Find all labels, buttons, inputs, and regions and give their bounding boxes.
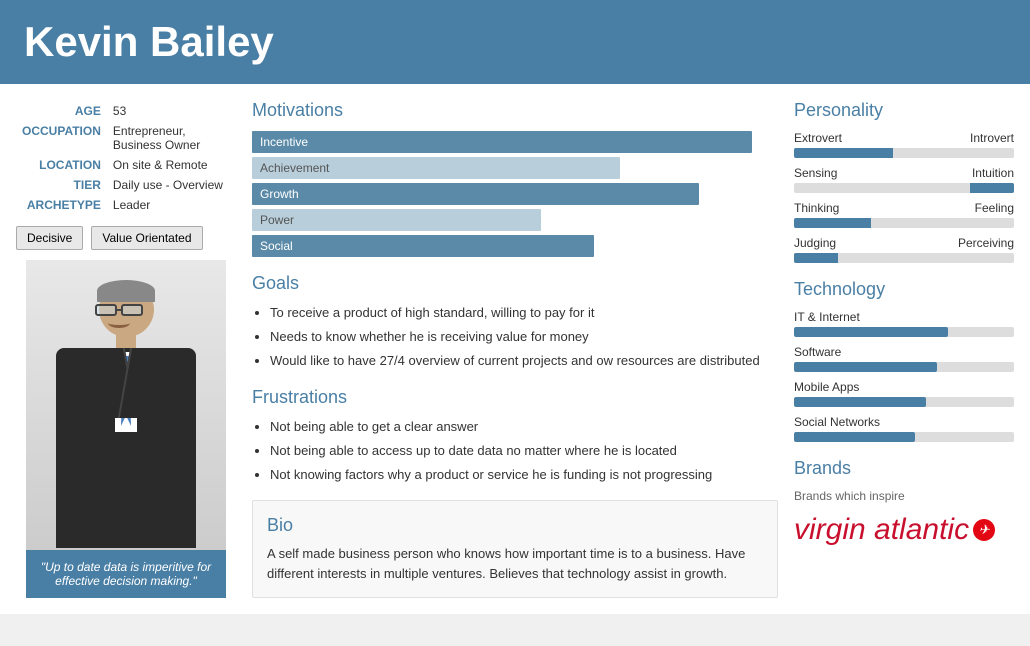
archetype-label: ARCHETYPE [18,196,107,214]
goals-list: To receive a product of high standard, w… [252,304,778,371]
tier-value: Daily use - Overview [109,176,234,194]
goal-item: Would like to have 27/4 overview of curr… [270,352,778,370]
frustrations-title: Frustrations [252,387,778,408]
brands-title: Brands [794,458,1014,479]
motivations-section: Motivations Incentive Achievement Growth Po… [252,100,778,257]
tech-row: IT & Internet [794,310,1014,337]
tech-label: Mobile Apps [794,380,1014,394]
persona-image-container: "Up to date data is imperitive for effec… [26,260,226,598]
trait-left: Thinking [794,201,839,215]
tier-label: TIER [18,176,107,194]
personality-row: Sensing Intuition [794,166,1014,193]
profile-info: AGE 53 OCCUPATION Entrepreneur, Business… [16,100,236,216]
location-label: LOCATION [18,156,107,174]
tech-label: Software [794,345,1014,359]
tech-row: Software [794,345,1014,372]
frustrations-list: Not being able to get a clear answer Not … [252,418,778,485]
trait-left: Extrovert [794,131,842,145]
tag-decisive[interactable]: Decisive [16,226,83,250]
tag-buttons: Decisive Value Orientated [16,226,236,250]
page-title: Kevin Bailey [24,18,1006,66]
frustration-item: Not being able to access up to date data… [270,442,778,460]
tech-track [794,362,1014,372]
age-label: AGE [18,102,107,120]
occupation-label: OCCUPATION [18,122,107,154]
tag-value-orientated[interactable]: Value Orientated [91,226,202,250]
motivation-bar: Social [252,235,778,257]
occupation-value: Entrepreneur, Business Owner [109,122,234,154]
trait-left: Judging [794,236,836,250]
motivations-bars: Incentive Achievement Growth Power Social [252,131,778,257]
bio-text: A self made business person who knows ho… [267,544,763,583]
goals-section: Goals To receive a product of high stand… [252,273,778,371]
personality-section: Personality Extrovert Introvert Sensing … [794,100,1014,263]
tech-track [794,432,1014,442]
personality-row: Extrovert Introvert [794,131,1014,158]
trait-right: Feeling [975,201,1014,215]
trait-right: Perceiving [958,236,1014,250]
technology-section: Technology IT & Internet Software Mobile… [794,279,1014,442]
trait-left: Sensing [794,166,837,180]
tech-row: Mobile Apps [794,380,1014,407]
bio-section: Bio A self made business person who know… [252,500,778,598]
tech-row: Social Networks [794,415,1014,442]
header: Kevin Bailey [0,0,1030,84]
technology-rows: IT & Internet Software Mobile Apps Socia… [794,310,1014,442]
trait-right: Intuition [972,166,1014,180]
tech-track [794,327,1014,337]
tech-track [794,397,1014,407]
motivation-bar: Power [252,209,778,231]
age-value: 53 [109,102,234,120]
virgin-icon: ✈ [973,519,995,541]
frustration-item: Not knowing factors why a product or ser… [270,466,778,484]
goals-title: Goals [252,273,778,294]
archetype-value: Leader [109,196,234,214]
motivation-bar: Achievement [252,157,778,179]
brands-subtitle: Brands which inspire [794,489,1014,503]
motivation-bar: Incentive [252,131,778,153]
tech-label: Social Networks [794,415,1014,429]
trait-right: Introvert [970,131,1014,145]
bio-title: Bio [267,515,763,536]
technology-title: Technology [794,279,1014,300]
motivation-bar: Growth [252,183,778,205]
frustrations-section: Frustrations Not being able to get a cle… [252,387,778,485]
middle-column: Motivations Incentive Achievement Growth Po… [252,100,778,598]
quote-text: "Up to date data is imperitive for effec… [41,560,211,588]
tech-label: IT & Internet [794,310,1014,324]
personality-row: Judging Perceiving [794,236,1014,263]
location-value: On site & Remote [109,156,234,174]
left-column: AGE 53 OCCUPATION Entrepreneur, Business… [16,100,236,598]
motivations-title: Motivations [252,100,778,121]
virgin-text: virgin atlantic [794,513,969,547]
right-column: Personality Extrovert Introvert Sensing … [794,100,1014,598]
quote-box: "Up to date data is imperitive for effec… [26,550,226,598]
personality-row: Thinking Feeling [794,201,1014,228]
personality-rows: Extrovert Introvert Sensing Intuition Th… [794,131,1014,263]
goal-item: To receive a product of high standard, w… [270,304,778,322]
virgin-atlantic-logo: virgin atlantic ✈ [794,513,1014,547]
goal-item: Needs to know whether he is receiving va… [270,328,778,346]
frustration-item: Not being able to get a clear answer [270,418,778,436]
brands-section: Brands Brands which inspire virgin atlan… [794,458,1014,547]
personality-title: Personality [794,100,1014,121]
